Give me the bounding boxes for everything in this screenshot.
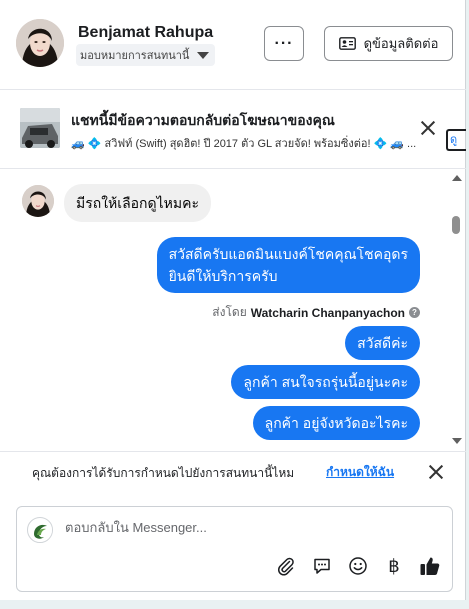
outgoing-message[interactable]: ลูกค้า สนใจรถรุ่นนี้อยู่นะคะ <box>231 365 420 399</box>
avatar[interactable] <box>16 19 64 67</box>
outgoing-message[interactable]: ลูกค้า อยู่จังหวัดอะไรคะ <box>252 406 420 440</box>
message-line: ยินดีให้บริการครับ <box>168 268 278 284</box>
ad-reply-banner[interactable]: แชทนี้มีข้อความตอบกลับต่อโฆษณาของคุณ 🚙 💠… <box>0 91 466 169</box>
ad-thumbnail <box>20 108 60 148</box>
assign-label: มอบหมายการสนทนานี้ <box>80 50 190 62</box>
help-icon[interactable]: ? <box>409 307 420 318</box>
reply-input[interactable] <box>65 520 435 535</box>
close-icon[interactable] <box>428 464 444 480</box>
reply-composer: ฿ <box>16 506 453 592</box>
message-list: มีรถให้เลือกดูไหมคะ สวัสดีครับแอดมินแบงค… <box>0 170 466 448</box>
thumbs-up-icon[interactable] <box>419 555 441 577</box>
assign-prompt: คุณต้องการได้รับการกำหนดไปยังการสนทนานี้… <box>0 451 466 491</box>
attachment-icon[interactable] <box>275 555 297 577</box>
scrollbar[interactable] <box>449 170 465 448</box>
scroll-down-icon[interactable] <box>452 438 462 444</box>
outgoing-message[interactable]: สวัสดีค่ะ <box>345 326 420 360</box>
more-options-button[interactable]: ··· <box>264 26 304 61</box>
sender-name: Watcharin Chanpanyachon <box>250 305 405 320</box>
sent-by-label: ส่งโดย Watcharin Chanpanyachon ? <box>212 303 420 322</box>
baht-icon[interactable]: ฿ <box>383 555 405 577</box>
assign-dropdown[interactable]: มอบหมายการสนทนานี้ <box>76 44 216 66</box>
assign-to-me-link[interactable]: กำหนดให้ฉัน <box>326 463 394 482</box>
assign-prompt-text: คุณต้องการได้รับการกำหนดไปยังการสนทนานี้… <box>32 466 295 480</box>
page-avatar <box>27 517 53 543</box>
dots-icon: ··· <box>274 34 294 52</box>
incoming-message[interactable]: มีรถให้เลือกดูไหมคะ <box>64 184 212 222</box>
saved-reply-icon[interactable] <box>311 555 333 577</box>
chevron-down-icon <box>197 51 210 59</box>
sent-by-prefix: ส่งโดย <box>212 305 247 319</box>
conversation-panel: Benjamat Rahupa มอบหมายการสนทนานี้ ··· ด… <box>0 0 466 600</box>
scroll-up-icon[interactable] <box>452 175 462 181</box>
contact-name: Benjamat Rahupa <box>78 24 214 41</box>
conversation-header: Benjamat Rahupa มอบหมายการสนทนานี้ ··· ด… <box>0 0 466 90</box>
message-line: สวัสดีครับแอดมินแบงค์โชคคุณโชคอุดร <box>168 246 408 262</box>
ad-banner-title: แชทนี้มีข้อความตอบกลับต่อโฆษณาของคุณ <box>71 112 335 128</box>
view-contact-button[interactable]: ดูข้อมูลติดต่อ <box>324 26 453 61</box>
contact-card-icon <box>338 37 356 50</box>
outgoing-message[interactable]: สวัสดีครับแอดมินแบงค์โชคคุณโชคอุดร ยินดี… <box>156 237 420 293</box>
avatar <box>22 185 54 217</box>
view-ad-button[interactable]: ดู <box>446 129 466 151</box>
view-contact-label: ดูข้อมูลติดต่อ <box>363 36 439 51</box>
emoji-icon[interactable] <box>347 555 369 577</box>
scrollbar-thumb[interactable] <box>452 216 460 234</box>
ad-banner-subtitle: 🚙 💠 สวิฟท์ (Swift) สุดฮิต! ปี 2017 ตัว G… <box>71 138 417 150</box>
close-icon[interactable] <box>420 120 436 136</box>
composer-toolbar: ฿ <box>17 555 454 577</box>
